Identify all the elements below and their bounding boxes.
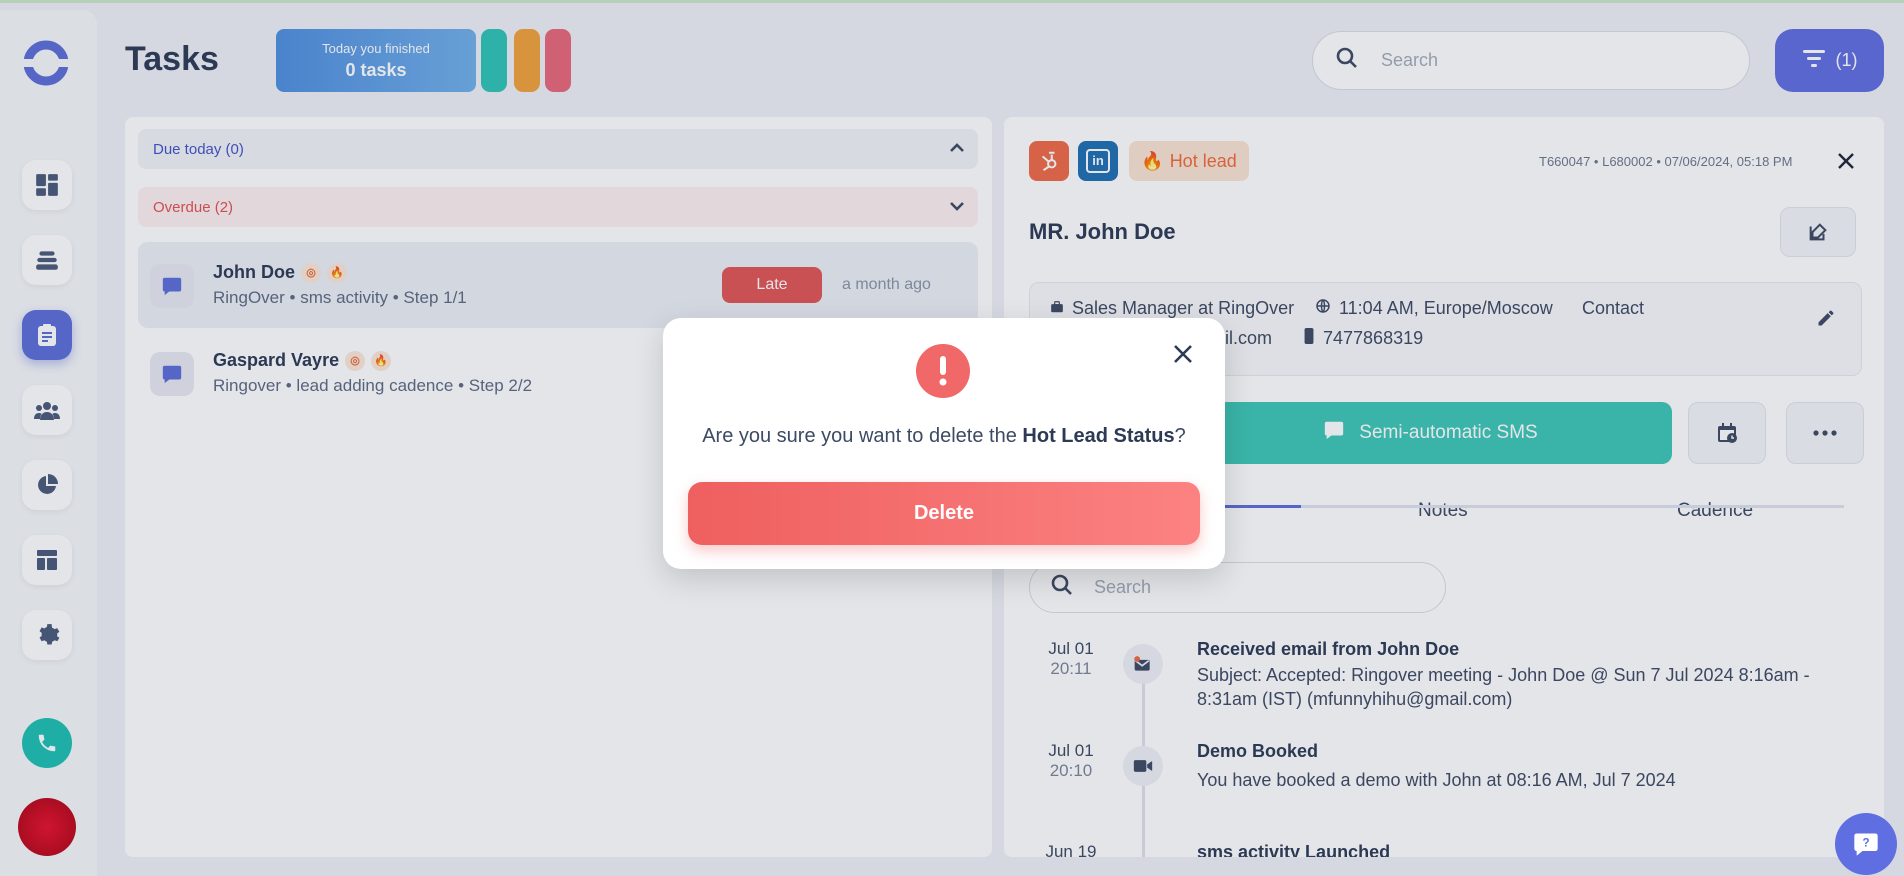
alert-icon (916, 344, 970, 398)
confirm-message: Are you sure you want to delete the Hot … (663, 425, 1225, 448)
delete-confirm-modal: Are you sure you want to delete the Hot … (663, 318, 1225, 569)
chat-help-icon: ? (1854, 833, 1878, 856)
close-icon[interactable] (1172, 343, 1194, 370)
delete-button[interactable]: Delete (688, 482, 1200, 545)
confirm-punct: ? (1174, 425, 1186, 447)
svg-text:?: ? (1862, 836, 1869, 849)
help-chat-button[interactable]: ? (1835, 813, 1897, 875)
confirm-text: Are you sure you want to delete the (702, 425, 1023, 447)
confirm-target: Hot Lead Status (1022, 425, 1175, 447)
